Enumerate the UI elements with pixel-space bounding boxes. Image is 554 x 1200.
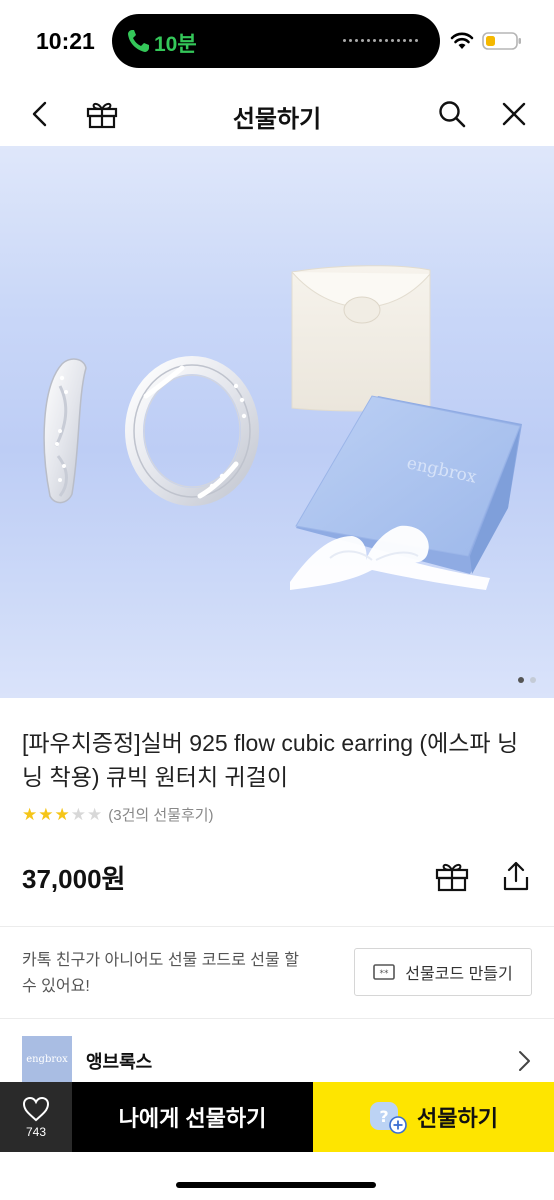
section-divider [0, 1018, 554, 1019]
close-button[interactable] [496, 96, 532, 132]
create-gift-code-button[interactable]: ** 선물코드 만들기 [354, 948, 532, 996]
share-button[interactable] [498, 858, 534, 894]
waveform-dot [379, 39, 382, 42]
search-button[interactable] [434, 96, 470, 132]
waveform [343, 39, 418, 42]
wifi-icon [450, 32, 474, 49]
call-timer: 10분 [154, 33, 197, 56]
brand-row[interactable]: engbrox 앵브록스 [0, 1030, 554, 1082]
send-gift-button[interactable]: ? 선물하기 [313, 1082, 554, 1152]
waveform-dot [391, 39, 394, 42]
star-filled-icon: ★ [38, 804, 54, 824]
gift-to-me-button[interactable]: 나에게 선물하기 [72, 1082, 313, 1152]
review-count[interactable]: (3건의 선물후기) [108, 804, 213, 825]
create-gift-code-label: 선물코드 만들기 [405, 966, 513, 983]
earring-front-view [125, 356, 259, 506]
waveform-dot [349, 39, 352, 42]
waveform-dot [343, 39, 346, 42]
status-bar: 10:21 10분 [0, 0, 554, 82]
waveform-dot [355, 39, 358, 42]
waveform-dot [385, 39, 388, 42]
close-icon [502, 102, 526, 126]
waveform-dot [415, 39, 418, 42]
product-photo: engbrox [43, 265, 522, 590]
page-title: 선물하기 [232, 106, 322, 133]
brand-name: 앵브록스 [86, 1052, 153, 1072]
phone-icon [128, 30, 149, 52]
star-empty-icon: ★ [87, 804, 103, 824]
code-ticket-icon: ** [373, 964, 396, 980]
waveform-dot [403, 39, 406, 42]
gift-pouch [291, 265, 431, 412]
earring-side-view [43, 358, 87, 504]
send-gift-label: 선물하기 [417, 1106, 498, 1131]
star-rating: ★ ★ ★ ★ ★ [22, 805, 102, 825]
product-image-carousel[interactable]: engbrox [0, 146, 554, 698]
gift-box-icon [435, 863, 469, 892]
gift-to-me-label: 나에게 선물하기 [118, 1106, 267, 1131]
gift-box: engbrox [290, 395, 522, 590]
brand-logo: engbrox [22, 1036, 72, 1082]
home-indicator[interactable] [176, 1182, 376, 1188]
svg-text:?: ? [379, 1107, 388, 1126]
waveform-dot [373, 39, 376, 42]
star-filled-icon: ★ [54, 804, 70, 824]
carousel-pager [518, 677, 536, 683]
product-title: [파우치증정]실버 925 flow cubic earring (에스파 닝닝… [22, 730, 519, 790]
pager-dot [530, 677, 536, 683]
wish-count: 743 [25, 1125, 47, 1139]
heart-icon [22, 1096, 50, 1122]
status-time: 10:21 [36, 28, 95, 54]
star-filled-icon: ★ [22, 804, 38, 824]
waveform-dot [397, 39, 400, 42]
pager-dot-active [518, 677, 524, 683]
product-price: 37,000원 [22, 864, 126, 894]
search-icon [439, 101, 466, 128]
waveform-dot [367, 39, 370, 42]
battery-icon [482, 32, 521, 50]
gift-box-button[interactable] [434, 858, 470, 894]
section-divider [0, 926, 554, 927]
nav-bar: 선물하기 [0, 82, 554, 146]
waveform-dot [361, 39, 364, 42]
chevron-right-icon [519, 1051, 530, 1071]
svg-text:**: ** [380, 969, 390, 979]
gift-recipient-icon: ? [370, 1102, 407, 1134]
waveform-dot [409, 39, 412, 42]
share-icon [503, 861, 529, 891]
home-indicator-area [0, 1152, 554, 1200]
dynamic-island[interactable]: 10분 [112, 14, 440, 68]
star-empty-icon: ★ [70, 804, 86, 824]
bottom-action-bar: 743 나에게 선물하기 ? 선물하기 [0, 1082, 554, 1152]
product-rating[interactable]: ★ ★ ★ ★ ★ (3건의 선물후기) [22, 804, 214, 825]
gift-code-description: 카톡 친구가 아니어도 선물 코드로 선물 할 수 있어요! [22, 952, 299, 995]
wish-button[interactable]: 743 [0, 1082, 72, 1152]
